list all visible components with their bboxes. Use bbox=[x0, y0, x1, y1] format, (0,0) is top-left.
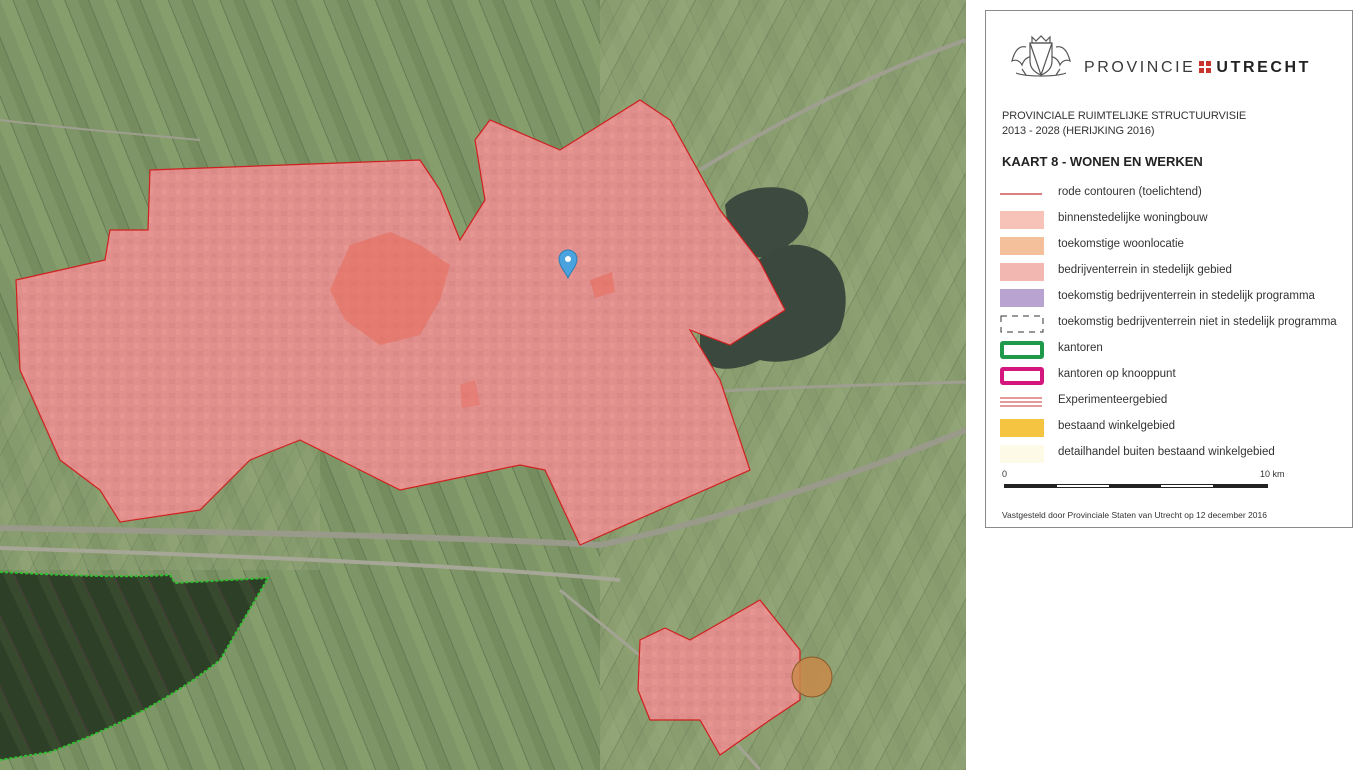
map-legend: PROVINCIE UTRECHT PROVINCIALE RUIMTELIJKE… bbox=[985, 10, 1353, 528]
legend-item: detailhandel buiten bestaand winkelgebie… bbox=[1000, 441, 1350, 467]
subtitle-line-2: 2013 - 2028 (HERIJKING 2016) bbox=[1002, 125, 1155, 137]
future-industrial-outside-symbol bbox=[1000, 315, 1044, 333]
legend-list: rode contouren (toelichtend) binnenstede… bbox=[1000, 181, 1350, 467]
subtitle-line-1: PROVINCIALE RUIMTELIJKE STRUCTUURVISIE bbox=[1002, 110, 1247, 122]
scale-bar-graphic bbox=[1004, 484, 1268, 488]
retail-outside-symbol bbox=[1000, 445, 1044, 463]
scale-start-label: 0 bbox=[1002, 469, 1008, 479]
scale-bar: 0 10 km bbox=[1002, 469, 1285, 499]
offices-symbol bbox=[1000, 341, 1044, 359]
province-logo: PROVINCIE UTRECHT bbox=[1008, 35, 1338, 81]
legend-item: binnenstedelijke woningbouw bbox=[1000, 207, 1350, 233]
legend-item: toekomstige woonlocatie bbox=[1000, 233, 1350, 259]
legend-item: bedrijventerrein in stedelijk gebied bbox=[1000, 259, 1350, 285]
legend-item: kantoren bbox=[1000, 337, 1350, 363]
legend-item: Experimenteergebied bbox=[1000, 389, 1350, 415]
brand-name: UTRECHT bbox=[1216, 59, 1312, 76]
legend-item: bestaand winkelgebied bbox=[1000, 415, 1350, 441]
brand-separator-icon bbox=[1199, 61, 1212, 73]
red-contour-symbol bbox=[1000, 193, 1042, 195]
future-housing-symbol bbox=[1000, 237, 1044, 255]
map-view[interactable] bbox=[0, 0, 966, 770]
legend-item: toekomstig bedrijventerrein in stedelijk… bbox=[1000, 285, 1350, 311]
legend-item: rode contouren (toelichtend) bbox=[1000, 181, 1350, 207]
inner-city-housing-symbol bbox=[1000, 211, 1044, 229]
scale-end-label: 10 km bbox=[1260, 469, 1285, 479]
legend-item: kantoren op knooppunt bbox=[1000, 363, 1350, 389]
industrial-urban-symbol bbox=[1000, 263, 1044, 281]
experiment-area-symbol bbox=[1000, 397, 1042, 407]
map-title: KAART 8 - WONEN EN WERKEN bbox=[1002, 154, 1203, 169]
map-subtitle: PROVINCIALE RUIMTELIJKE STRUCTUURVISIE 2… bbox=[1002, 109, 1246, 139]
future-housing-location bbox=[791, 656, 833, 698]
existing-retail-symbol bbox=[1000, 419, 1044, 437]
future-industrial-symbol bbox=[1000, 289, 1044, 307]
coat-of-arms-icon bbox=[1011, 35, 1071, 77]
adoption-note: Vastgesteld door Provinciale Staten van … bbox=[1002, 510, 1267, 520]
offices-hub-symbol bbox=[1000, 367, 1044, 385]
brand-prefix: PROVINCIE bbox=[1084, 59, 1196, 76]
legend-item: toekomstig bedrijventerrein niet in sted… bbox=[1000, 311, 1350, 337]
